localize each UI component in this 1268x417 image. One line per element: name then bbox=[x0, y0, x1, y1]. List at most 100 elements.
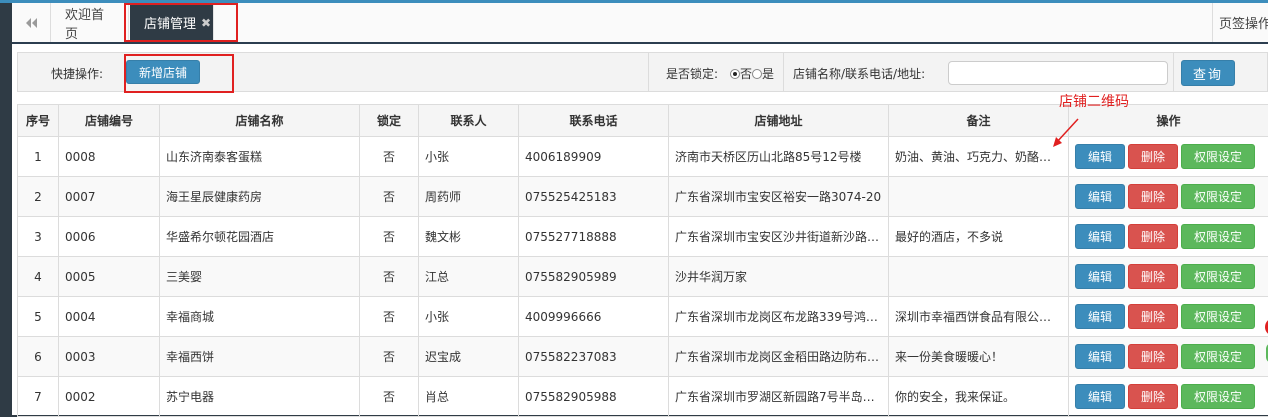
cell-name: 幸福商城 bbox=[160, 297, 360, 337]
cell-name: 海王星辰健康药房 bbox=[160, 177, 360, 217]
delete-button[interactable]: 删除 bbox=[1128, 304, 1178, 329]
toolbar-divider bbox=[1173, 53, 1174, 91]
cell-contact: 肖总 bbox=[419, 377, 519, 417]
tab-operations-menu[interactable]: 页签操作 bbox=[1212, 3, 1268, 42]
delete-button[interactable]: 删除 bbox=[1128, 224, 1178, 249]
cell-phone: 4009996666 bbox=[519, 297, 669, 337]
cell-note: 你的安全，我来保证。 bbox=[889, 377, 1069, 417]
lock-yes-label: 是 bbox=[762, 67, 774, 81]
header-contact[interactable]: 联系人 bbox=[419, 105, 519, 137]
search-button[interactable]: 查询 bbox=[1181, 60, 1235, 86]
permission-button[interactable]: 权限设定 bbox=[1181, 344, 1255, 369]
table-row: 6 0003 幸福西饼 否 迟宝成 075582237083 广东省深圳市龙岗区… bbox=[18, 337, 1268, 377]
cell-name: 华盛希尔顿花园酒店 bbox=[160, 217, 360, 257]
cell-locked: 否 bbox=[360, 257, 419, 297]
cell-actions: 编辑 删除 权限设定 bbox=[1069, 257, 1268, 297]
header-index[interactable]: 序号 bbox=[18, 105, 59, 137]
highlight-box-tab bbox=[124, 3, 238, 42]
cell-actions: 编辑 删除 权限设定 bbox=[1069, 337, 1268, 377]
header-phone[interactable]: 联系电话 bbox=[519, 105, 669, 137]
edit-button[interactable]: 编辑 bbox=[1075, 384, 1125, 409]
lock-yes-radio[interactable] bbox=[752, 69, 762, 79]
cell-index: 4 bbox=[18, 257, 59, 297]
tab-home-label: 欢迎首页 bbox=[65, 4, 114, 42]
delete-button[interactable]: 删除 bbox=[1128, 264, 1178, 289]
edit-button[interactable]: 编辑 bbox=[1075, 344, 1125, 369]
cell-note: 深圳市幸福西饼食品有限公司… bbox=[889, 297, 1069, 337]
quick-actions-label: 快捷操作: bbox=[51, 65, 103, 82]
cell-phone: 075525425183 bbox=[519, 177, 669, 217]
cell-note bbox=[889, 257, 1069, 297]
toolbar-divider bbox=[783, 53, 784, 91]
cell-phone: 075582905989 bbox=[519, 257, 669, 297]
cell-actions: 编辑 删除 权限设定 bbox=[1069, 377, 1268, 417]
table-row: 2 0007 海王星辰健康药房 否 周药师 075525425183 广东省深圳… bbox=[18, 177, 1268, 217]
cell-contact: 江总 bbox=[419, 257, 519, 297]
table-row: 3 0006 华盛希尔顿花园酒店 否 魏文彬 075527718888 广东省深… bbox=[18, 217, 1268, 257]
cell-index: 6 bbox=[18, 337, 59, 377]
cell-address: 广东省深圳市罗湖区新园路7号半岛… bbox=[669, 377, 889, 417]
cell-address: 广东省深圳市龙岗区布龙路339号鸿… bbox=[669, 297, 889, 337]
edit-button[interactable]: 编辑 bbox=[1075, 304, 1125, 329]
search-label: 店铺名称/联系电话/地址: bbox=[793, 65, 925, 82]
cell-index: 5 bbox=[18, 297, 59, 337]
cell-contact: 小张 bbox=[419, 297, 519, 337]
shop-table: 序号 店铺编号 店铺名称 锁定 联系人 联系电话 店铺地址 备注 操作 1 00… bbox=[17, 104, 1268, 417]
cell-locked: 否 bbox=[360, 137, 419, 177]
cell-code: 0005 bbox=[59, 257, 160, 297]
cell-phone: 075527718888 bbox=[519, 217, 669, 257]
delete-button[interactable]: 删除 bbox=[1128, 384, 1178, 409]
cell-phone: 4006189909 bbox=[519, 137, 669, 177]
cell-index: 2 bbox=[18, 177, 59, 217]
edit-button[interactable]: 编辑 bbox=[1075, 224, 1125, 249]
permission-button[interactable]: 权限设定 bbox=[1181, 384, 1255, 409]
header-code[interactable]: 店铺编号 bbox=[59, 105, 160, 137]
table-row: 7 0002 苏宁电器 否 肖总 075582905988 广东省深圳市罗湖区新… bbox=[18, 377, 1268, 417]
header-name[interactable]: 店铺名称 bbox=[160, 105, 360, 137]
annotation-arrow-icon bbox=[1048, 113, 1088, 149]
cell-code: 0002 bbox=[59, 377, 160, 417]
lock-no-radio[interactable] bbox=[730, 69, 740, 79]
cell-name: 三美婴 bbox=[160, 257, 360, 297]
cell-locked: 否 bbox=[360, 337, 419, 377]
cell-index: 1 bbox=[18, 137, 59, 177]
cell-phone: 075582905988 bbox=[519, 377, 669, 417]
header-address[interactable]: 店铺地址 bbox=[669, 105, 889, 137]
permission-button[interactable]: 权限设定 bbox=[1181, 184, 1255, 209]
cell-name: 苏宁电器 bbox=[160, 377, 360, 417]
cell-phone: 075582237083 bbox=[519, 337, 669, 377]
back-double-arrow-icon[interactable] bbox=[12, 3, 51, 42]
cell-address: 广东省深圳市宝安区沙井街道新沙路… bbox=[669, 217, 889, 257]
toolbar-divider bbox=[648, 53, 649, 91]
table-row: 5 0004 幸福商城 否 小张 4009996666 广东省深圳市龙岗区布龙路… bbox=[18, 297, 1268, 337]
header-note[interactable]: 备注 bbox=[889, 105, 1069, 137]
cell-note: 最好的酒店，不多说 bbox=[889, 217, 1069, 257]
floating-badge-icon[interactable] bbox=[1260, 317, 1268, 365]
delete-button[interactable]: 删除 bbox=[1128, 144, 1178, 169]
cell-code: 0004 bbox=[59, 297, 160, 337]
delete-button[interactable]: 删除 bbox=[1128, 184, 1178, 209]
permission-button[interactable]: 权限设定 bbox=[1181, 264, 1255, 289]
cell-actions: 编辑 删除 权限设定 bbox=[1069, 137, 1268, 177]
search-input[interactable] bbox=[948, 61, 1168, 85]
header-locked[interactable]: 锁定 bbox=[360, 105, 419, 137]
cell-name: 幸福西饼 bbox=[160, 337, 360, 377]
edit-button[interactable]: 编辑 bbox=[1075, 264, 1125, 289]
cell-contact: 小张 bbox=[419, 137, 519, 177]
cell-note: 奶油、黄油、巧克力、奶酪… bbox=[889, 137, 1069, 177]
permission-button[interactable]: 权限设定 bbox=[1181, 304, 1255, 329]
edit-button[interactable]: 编辑 bbox=[1075, 184, 1125, 209]
cell-actions: 编辑 删除 权限设定 bbox=[1069, 217, 1268, 257]
delete-button[interactable]: 删除 bbox=[1128, 344, 1178, 369]
cell-index: 7 bbox=[18, 377, 59, 417]
cell-contact: 魏文彬 bbox=[419, 217, 519, 257]
main-content: 欢迎首页 店铺管理 ✖ 页签操作 快捷操作: 新增店铺 是否锁定: 否是 店铺名… bbox=[12, 3, 1268, 415]
cell-address: 广东省深圳市龙岗区金稻田路边防布… bbox=[669, 337, 889, 377]
permission-button[interactable]: 权限设定 bbox=[1181, 224, 1255, 249]
tab-home[interactable]: 欢迎首页 bbox=[51, 3, 129, 42]
cell-contact: 迟宝成 bbox=[419, 337, 519, 377]
permission-button[interactable]: 权限设定 bbox=[1181, 144, 1255, 169]
qr-code-annotation: 店铺二维码 bbox=[1059, 91, 1129, 111]
table-row: 4 0005 三美婴 否 江总 075582905989 沙井华润万家 编辑 删… bbox=[18, 257, 1268, 297]
cell-address: 济南市天桥区历山北路85号12号楼 bbox=[669, 137, 889, 177]
